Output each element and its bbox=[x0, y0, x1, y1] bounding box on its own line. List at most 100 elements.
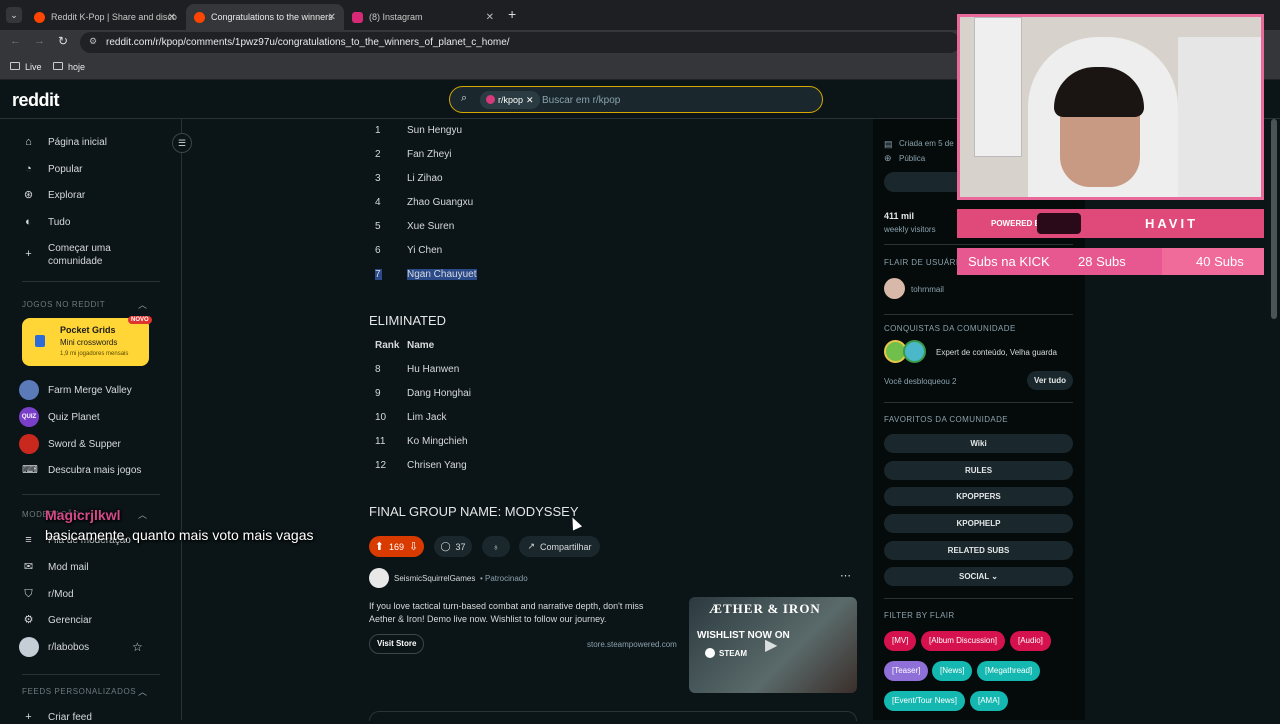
name-cell: Dang Honghai bbox=[407, 388, 471, 399]
tab-congratulations[interactable]: Congratulations to the winners ✕ bbox=[186, 4, 344, 30]
sidebar-divider bbox=[884, 598, 1073, 599]
favorite-star-icon[interactable]: ☆ bbox=[132, 640, 143, 654]
sidebar-divider bbox=[22, 674, 160, 675]
page-scrollbar[interactable] bbox=[1270, 119, 1278, 720]
sidebar-divider bbox=[884, 402, 1073, 403]
flair-label: [Megathread] bbox=[985, 666, 1033, 675]
scrollbar-thumb[interactable] bbox=[1271, 119, 1277, 319]
bookmark-live[interactable]: Live bbox=[10, 62, 42, 72]
tab-title: Reddit K-Pop | Share and disco bbox=[51, 12, 177, 22]
flair-teaser[interactable]: [Teaser] bbox=[884, 661, 929, 681]
weekly-visitors-value: 411 mil bbox=[884, 211, 915, 221]
chat-username: Magicrjlkwl bbox=[45, 507, 121, 523]
visit-store-label: Visit Store bbox=[377, 639, 417, 648]
tab-instagram[interactable]: (8) Instagram ✕ bbox=[344, 4, 502, 30]
subreddit-search-chip[interactable]: r/kpop ✕ bbox=[480, 91, 540, 109]
door-image bbox=[1178, 37, 1261, 197]
mod-shield-icon: ⛉ bbox=[24, 588, 33, 600]
favorite-kpoppers[interactable]: KPOPPERS bbox=[884, 487, 1073, 506]
flair-megathread[interactable]: [Megathread] bbox=[977, 661, 1041, 681]
tab-reddit-kpop[interactable]: Reddit K-Pop | Share and disco ✕ bbox=[26, 4, 184, 30]
flair-ama[interactable]: [AMA] bbox=[970, 691, 1008, 711]
more-options-icon[interactable]: ⋯ bbox=[840, 569, 851, 582]
game-farm-merge-valley[interactable]: Farm Merge Valley bbox=[19, 380, 132, 400]
forward-icon[interactable]: → bbox=[34, 35, 45, 47]
sidebar-item-create-community[interactable]: + Começar uma comunidade bbox=[22, 242, 122, 268]
favorite-social[interactable]: SOCIAL ⌄ bbox=[884, 567, 1073, 586]
comments-button[interactable]: ◯ 37 bbox=[434, 536, 472, 557]
flair-label: [Event/Tour News] bbox=[892, 696, 957, 705]
reload-icon[interactable]: ↻ bbox=[58, 34, 68, 48]
favorite-wiki[interactable]: Wiki bbox=[884, 434, 1073, 453]
sidebar-item-explore[interactable]: ⊛ Explorar bbox=[22, 189, 85, 202]
flair-album-discussion[interactable]: [Album Discussion] bbox=[921, 631, 1006, 651]
share-button[interactable]: ↗ Compartilhar bbox=[519, 536, 600, 557]
see-all-button[interactable]: Ver tudo bbox=[1027, 371, 1073, 390]
ad-domain[interactable]: store.steampowered.com bbox=[587, 640, 677, 649]
community-labobos[interactable]: r/labobos bbox=[19, 637, 89, 657]
flair-label: [AMA] bbox=[978, 696, 1000, 705]
create-feed[interactable]: + Criar feed bbox=[22, 711, 92, 724]
chevron-up-icon[interactable]: ︿ bbox=[138, 685, 147, 698]
favorite-related-subs[interactable]: RELATED SUBS bbox=[884, 541, 1073, 560]
play-icon[interactable]: ▶ bbox=[765, 635, 777, 655]
mod-mail[interactable]: ✉ Mod mail bbox=[22, 561, 89, 574]
search-input[interactable]: ⌕ r/kpop ✕ Buscar em r/kpop bbox=[449, 86, 823, 113]
flair-audio[interactable]: [Audio] bbox=[1010, 631, 1051, 651]
game-quiz-planet[interactable]: QUIZ Quiz Planet bbox=[19, 407, 100, 427]
remove-chip-icon[interactable]: ✕ bbox=[526, 95, 534, 109]
rank-cell: 11 bbox=[375, 436, 386, 447]
new-tab-icon[interactable]: + bbox=[508, 6, 516, 22]
tab-list-button[interactable]: ⌄ bbox=[6, 7, 22, 23]
game-sword-supper[interactable]: Sword & Supper bbox=[19, 434, 121, 454]
ad-text: If you love tactical turn-based combat a… bbox=[369, 601, 644, 624]
upvote-icon[interactable]: ⬆ bbox=[375, 540, 384, 553]
favorite-rules[interactable]: RULES bbox=[884, 461, 1073, 480]
site-info-icon[interactable]: ⚙ bbox=[89, 36, 97, 47]
game-label: Descubra mais jogos bbox=[48, 465, 142, 476]
name-cell: Sun Hengyu bbox=[407, 125, 463, 136]
achievements-text: Expert de conteúdo, Velha guarda bbox=[936, 348, 1057, 357]
flair-news[interactable]: [News] bbox=[932, 661, 973, 681]
sidebar-item-home[interactable]: ⌂ Página inicial bbox=[22, 136, 107, 149]
favorite-kpophelp[interactable]: KPOPHELP bbox=[884, 514, 1073, 533]
back-icon[interactable]: ← bbox=[10, 35, 21, 47]
visit-store-button[interactable]: Visit Store bbox=[369, 634, 425, 654]
discover-more-games[interactable]: ⌨ Descubra mais jogos bbox=[22, 464, 141, 477]
sidebar-divider bbox=[884, 244, 1073, 245]
bookmark-hoje[interactable]: hoje bbox=[53, 62, 85, 72]
rank-cell: 4 bbox=[375, 197, 381, 208]
sidebar-item-all[interactable]: ◐ Tudo bbox=[22, 216, 70, 229]
manage[interactable]: ⚙ Gerenciar bbox=[22, 614, 92, 627]
comment-count: 37 bbox=[455, 541, 466, 552]
tab-title: (8) Instagram bbox=[369, 12, 423, 22]
favorite-label: SOCIAL bbox=[958, 572, 990, 581]
name-cell: Chrisen Yang bbox=[407, 460, 467, 471]
favorite-label: KPOPPERS bbox=[956, 492, 1001, 501]
advertiser-avatar-icon[interactable] bbox=[369, 568, 389, 588]
close-tab-icon[interactable]: ✕ bbox=[486, 12, 494, 23]
ad-image[interactable]: ÆTHER & IRON WISHLIST NOW ON STEAM ▶ bbox=[689, 597, 857, 693]
user-flair-name[interactable]: tohrnmail bbox=[911, 285, 944, 294]
close-tab-icon[interactable]: ✕ bbox=[168, 12, 176, 23]
flair-mv[interactable]: [MV] bbox=[884, 631, 917, 651]
pocket-grids-card[interactable]: Pocket Grids Mini crosswords 1,9 mi joga… bbox=[22, 316, 152, 366]
chevron-up-icon[interactable]: ︿ bbox=[138, 298, 147, 311]
close-tab-icon[interactable]: ✕ bbox=[328, 12, 336, 23]
advertiser-name[interactable]: SeismicSquirrelGames bbox=[394, 574, 475, 583]
column-header-name: Name bbox=[407, 340, 435, 351]
vote-button-group[interactable]: ⬆ 169 ⇩ bbox=[369, 536, 424, 557]
favorite-label: Wiki bbox=[970, 439, 987, 448]
pocket-grids-icon bbox=[35, 335, 45, 347]
all-icon: ◐ bbox=[25, 216, 32, 228]
name-cell: Lim Jack bbox=[407, 412, 447, 423]
url-input[interactable]: ⚙ reddit.com/r/kpop/comments/1pwz97u/con… bbox=[80, 32, 960, 53]
award-button[interactable]: ♁ bbox=[482, 536, 510, 557]
eliminated-heading: ELIMINATED bbox=[369, 313, 447, 328]
sidebar-item-popular[interactable]: ◔ Popular bbox=[22, 163, 82, 176]
sidebar-divider bbox=[22, 494, 160, 495]
reddit-logo[interactable]: reddit bbox=[12, 90, 60, 111]
flair-event-tour-news[interactable]: [Event/Tour News] bbox=[884, 691, 965, 711]
downvote-icon[interactable]: ⇩ bbox=[409, 540, 418, 553]
r-mod[interactable]: ⛉ r/Mod bbox=[22, 588, 73, 601]
